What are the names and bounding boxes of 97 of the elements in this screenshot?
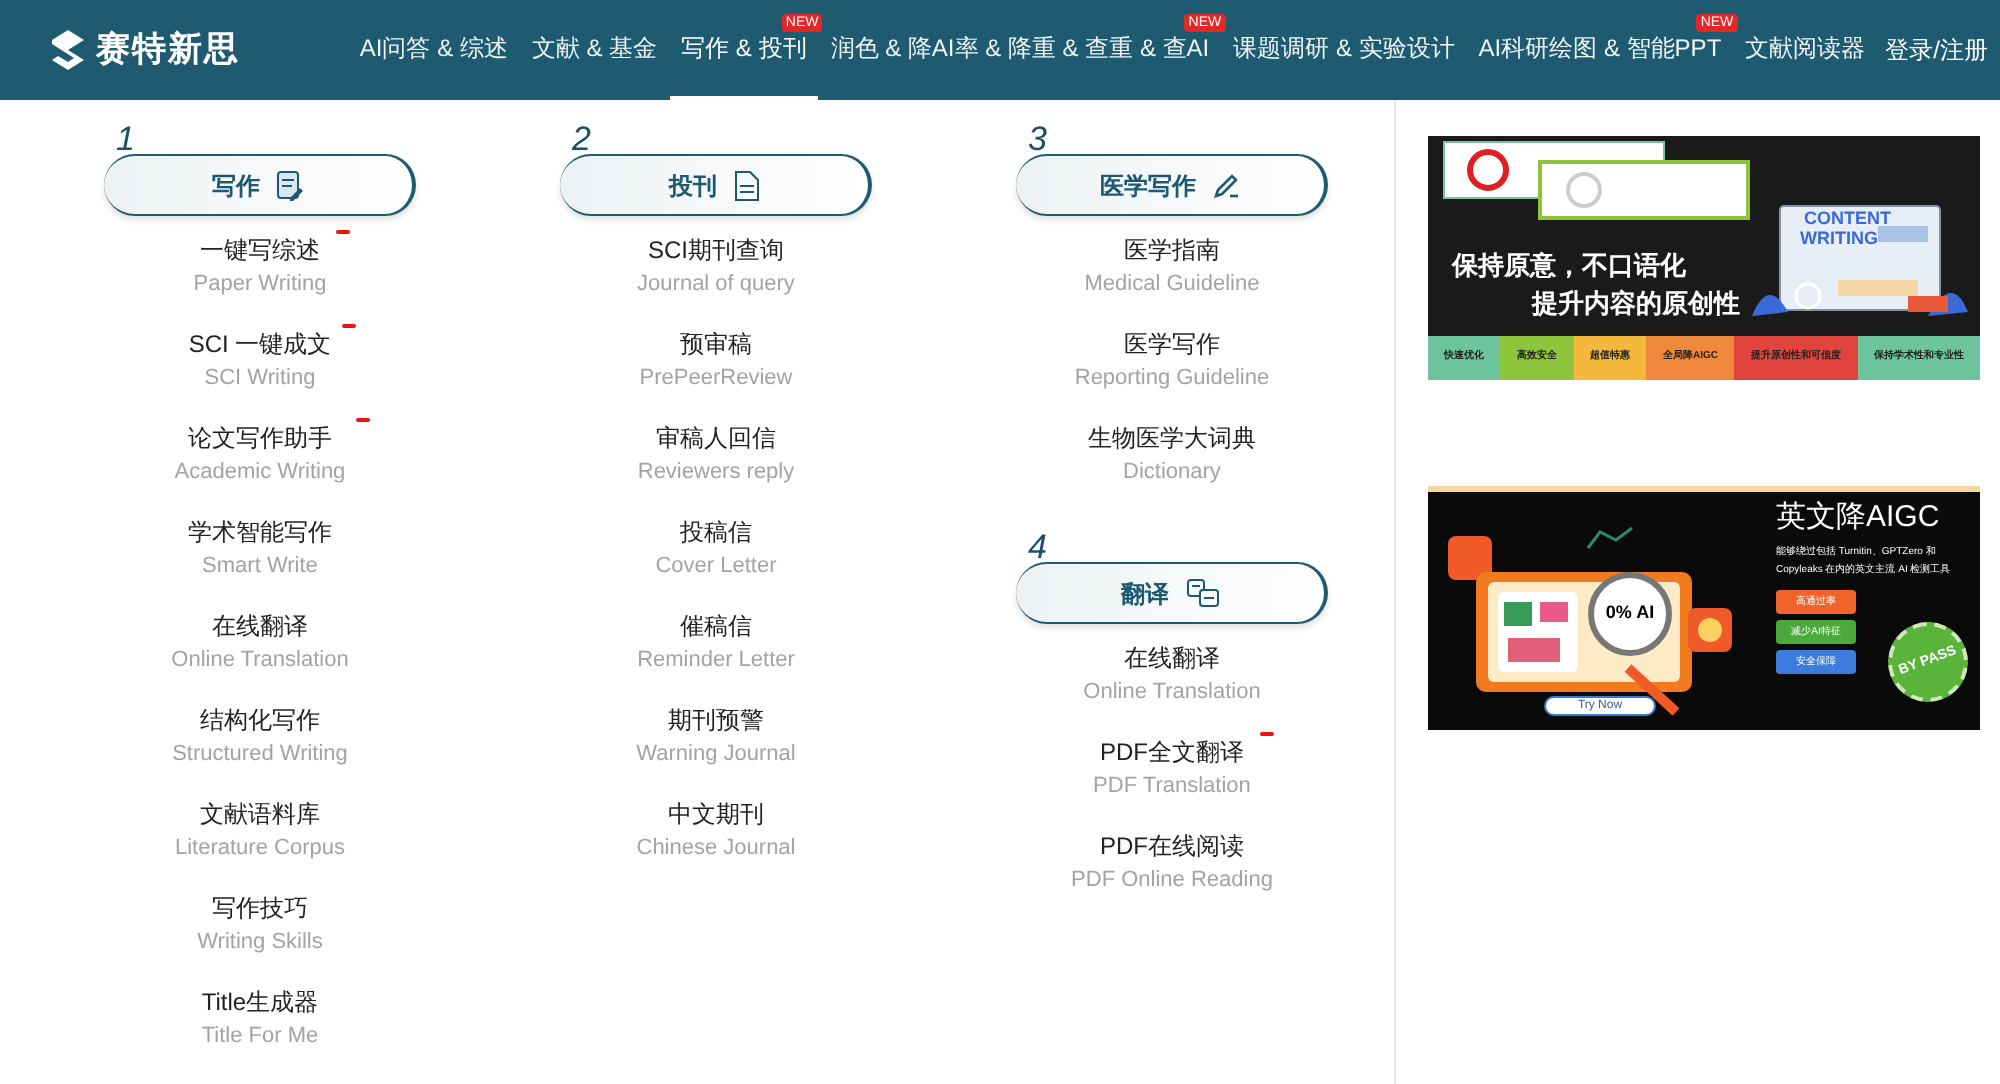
- item-subtitle: Medical Guideline: [1084, 270, 1260, 300]
- item-subtitle: Journal of query: [637, 270, 795, 300]
- item-title: SCI 一键成文: [188, 328, 332, 362]
- item-subtitle: Title For Me: [201, 1022, 319, 1052]
- section-number: 2: [572, 122, 591, 156]
- menu-item[interactable]: 中文期刊 Chinese Journal: [636, 794, 796, 888]
- item-subtitle: Smart Write: [202, 552, 318, 582]
- banner-headline: 保持原意，不口语化: [1452, 250, 1686, 282]
- menu-item[interactable]: PDF在线阅读 PDF Online Reading: [1071, 826, 1273, 920]
- nav-tab[interactable]: 课题调研 & 实验设计: [1233, 34, 1455, 62]
- item-title: 论文写作助手: [187, 422, 332, 456]
- section-number: 1: [116, 122, 135, 156]
- menu-item[interactable]: 文献语料库 Literature Corpus: [174, 794, 345, 888]
- menu-item[interactable]: 医学指南 Medical Guideline: [1084, 230, 1260, 324]
- item-subtitle: Dictionary: [1123, 458, 1221, 488]
- menu-item[interactable]: 在线翻译 Online Translation: [171, 606, 349, 700]
- section-title: 医学写作: [1100, 169, 1196, 203]
- menu-item[interactable]: 写作技巧 Writing Skills: [197, 888, 323, 982]
- nav-tab[interactable]: 文献阅读器: [1745, 34, 1866, 62]
- menu-item[interactable]: 投稿信 Cover Letter: [655, 512, 777, 606]
- item-title: Title生成器: [201, 986, 319, 1020]
- item-subtitle: Warning Journal: [636, 740, 796, 770]
- item-subtitle: PrePeerReview: [639, 364, 793, 394]
- item-title: 一键写综述: [199, 234, 320, 268]
- section-title: 写作: [212, 169, 260, 203]
- logo-text: 赛特新思: [96, 28, 240, 73]
- item-title: 生物医学大词典: [1087, 422, 1256, 456]
- document-icon: [733, 169, 759, 201]
- item-subtitle: Reporting Guideline: [1074, 364, 1270, 394]
- item-title: 医学指南: [1123, 234, 1220, 268]
- section-number: 3: [1028, 122, 1047, 156]
- item-subtitle: Online Translation: [171, 646, 349, 676]
- item-title: 预审稿: [679, 328, 752, 362]
- menu-item[interactable]: PDF全文翻译 PDF Translation: [1093, 732, 1251, 826]
- pencil-icon: [1212, 171, 1240, 199]
- section-header[interactable]: 写作: [104, 154, 416, 216]
- item-subtitle: PDF Online Reading: [1071, 866, 1273, 896]
- item-title: 审稿人回信: [656, 422, 776, 456]
- menu-item[interactable]: SCI期刊查询 Journal of query: [637, 230, 795, 324]
- item-subtitle: Structured Writing: [172, 740, 348, 770]
- menu-item[interactable]: SCI 一键成文 SCI Writing: [188, 324, 332, 418]
- banner-screen-title: WRITING: [1800, 228, 1878, 248]
- translate-icon: [1185, 578, 1219, 608]
- menu-item[interactable]: Title生成器 Title For Me: [201, 982, 319, 1076]
- item-title: 投稿信: [680, 516, 752, 550]
- item-subtitle: Reviewers reply: [637, 458, 795, 488]
- item-title: 中文期刊: [668, 798, 764, 832]
- section-title: 翻译: [1121, 577, 1169, 611]
- menu-item[interactable]: 学术智能写作 Smart Write: [187, 512, 332, 606]
- item-title: PDF全文翻译: [1099, 736, 1244, 770]
- item-title: 在线翻译: [211, 610, 308, 644]
- item-title: 写作技巧: [211, 892, 308, 926]
- banner-title: 英文降AIGC: [1776, 498, 1942, 538]
- banner-screen-title: CONTENT: [1804, 208, 1891, 228]
- item-subtitle: Reminder Letter: [637, 646, 795, 676]
- banner-headline: 提升内容的原创性: [1532, 288, 1740, 320]
- item-subtitle: Academic Writing: [174, 458, 346, 488]
- menu-item[interactable]: 医学写作 Reporting Guideline: [1074, 324, 1270, 418]
- section-header[interactable]: 医学写作: [1016, 154, 1328, 216]
- menu-item[interactable]: 结构化写作 Structured Writing: [172, 700, 348, 794]
- section-header[interactable]: 投刊: [560, 154, 872, 216]
- menu-item[interactable]: 论文写作助手 Academic Writing: [174, 418, 346, 512]
- item-title: 文献语料库: [199, 798, 320, 832]
- nav-tab[interactable]: 润色 & 降AI率 & 降重 & 查重 & 查AI: [830, 34, 1210, 62]
- item-title: 学术智能写作: [187, 516, 332, 550]
- item-title: 结构化写作: [199, 704, 320, 738]
- nav-tab[interactable]: AI问答 & 综述: [359, 34, 508, 62]
- menu-item[interactable]: 催稿信 Reminder Letter: [637, 606, 795, 700]
- item-subtitle: Cover Letter: [655, 552, 777, 582]
- menu-item[interactable]: 一键写综述 Paper Writing: [193, 230, 327, 324]
- section-title: 投刊: [669, 169, 717, 203]
- item-subtitle: SCI Writing: [204, 364, 316, 394]
- logo-icon: [48, 28, 88, 72]
- item-title: 在线翻译: [1123, 642, 1220, 676]
- item-title: PDF在线阅读: [1099, 830, 1244, 864]
- item-title: 医学写作: [1123, 328, 1220, 362]
- item-title: 期刊预警: [668, 704, 764, 738]
- item-subtitle: Writing Skills: [197, 928, 323, 958]
- nav-tab[interactable]: AI科研绘图 & 智能PPT: [1478, 34, 1722, 62]
- item-title: SCI期刊查询: [647, 234, 784, 268]
- menu-item[interactable]: 审稿人回信 Reviewers reply: [637, 418, 795, 512]
- menu-item[interactable]: 在线翻译 Online Translation: [1083, 638, 1261, 732]
- menu-item[interactable]: 期刊预警 Warning Journal: [636, 700, 796, 794]
- menu-item[interactable]: 预审稿 PrePeerReview: [639, 324, 793, 418]
- item-subtitle: Chinese Journal: [636, 834, 796, 864]
- document-pen-icon: [276, 169, 304, 201]
- item-title: 催稿信: [680, 610, 752, 644]
- menu-item[interactable]: 生物医学大词典 Dictionary: [1087, 418, 1256, 512]
- item-subtitle: PDF Translation: [1093, 772, 1251, 802]
- item-subtitle: Literature Corpus: [174, 834, 345, 864]
- section-header[interactable]: 翻译: [1016, 562, 1328, 624]
- section-number: 4: [1028, 530, 1047, 564]
- item-subtitle: Paper Writing: [193, 270, 327, 300]
- nav-tab[interactable]: 文献 & 基金: [531, 34, 658, 62]
- login-link[interactable]: 登录/注册: [1877, 32, 1988, 68]
- item-subtitle: Online Translation: [1083, 678, 1261, 708]
- nav-tab[interactable]: 写作 & 投刊: [681, 34, 807, 62]
